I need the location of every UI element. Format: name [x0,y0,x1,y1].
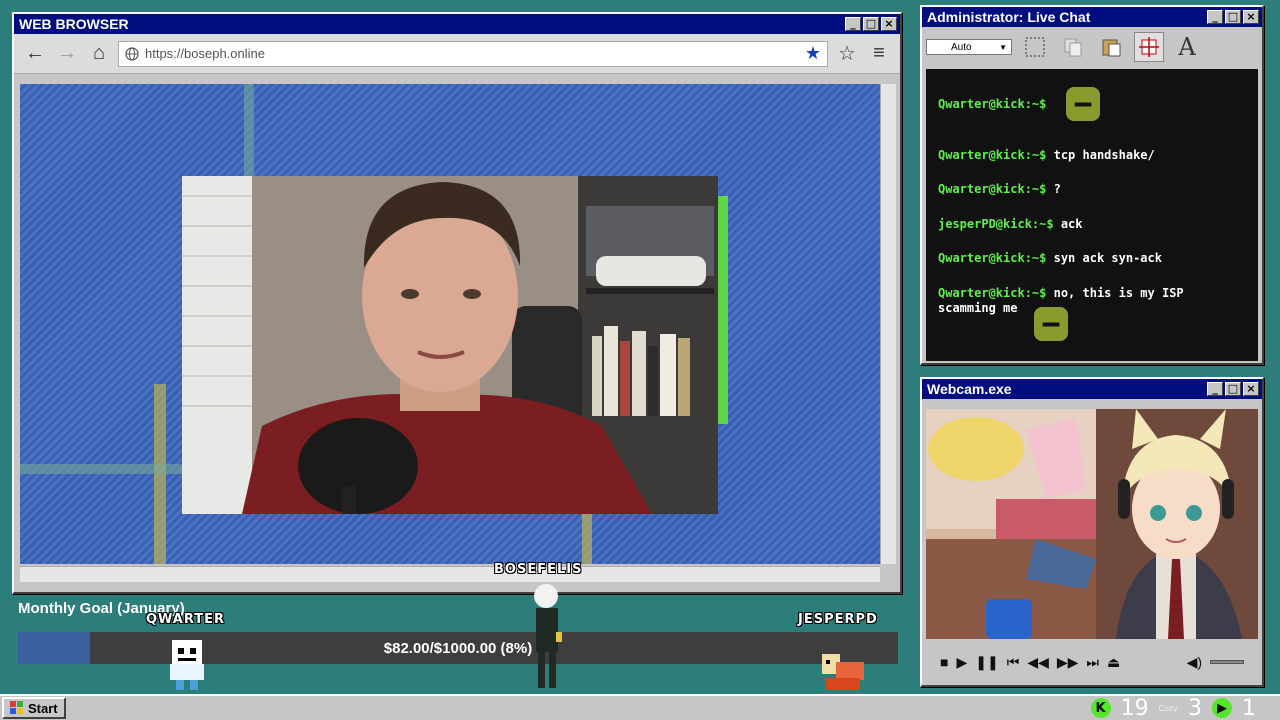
rewind-icon[interactable]: ◀◀ [1027,654,1049,671]
streamer-video-image [182,176,718,514]
menu-icon[interactable]: ≡ [866,41,892,67]
chevron-down-icon: ▼ [999,42,1007,52]
page-viewport [20,84,880,564]
chat-text: syn ack syn-ack [1053,251,1162,265]
system-tray: K 19 Cozy 3 ▶ 1 [1090,695,1278,720]
browser-titlebar[interactable]: WEB BROWSER _ □ × [14,14,900,34]
chat-message: Qwarter@kick:~$ tcp handshake/ [938,148,1155,162]
stop-icon[interactable]: ■ [940,654,948,670]
live-chat-window: Administrator: Live Chat _ □ × Auto ▼ A … [920,5,1264,365]
web-browser-window: WEB BROWSER _ □ × ← → ⌂ https://boseph.o… [12,12,902,594]
back-arrow-icon[interactable]: ← [22,41,48,67]
angry-emote-icon: ▬▬ [1034,307,1068,341]
chat-username: Qwarter@kick:~$ [938,182,1047,196]
horizontal-scrollbar[interactable] [20,566,880,582]
forward-arrow-icon[interactable]: → [54,41,80,67]
chat-text: ack [1060,217,1083,231]
player-name-center: BOSEFELIS [494,562,583,577]
viewer-count: 3 [1188,695,1202,720]
eject-icon[interactable]: ⏏ [1107,654,1120,671]
chat-titlebar[interactable]: Administrator: Live Chat _ □ × [922,7,1262,27]
decor-stripe [244,84,254,184]
decor-stripe [154,384,166,564]
browser-title: WEB BROWSER [19,16,129,32]
address-bar[interactable]: https://boseph.online ★ [118,40,828,67]
globe-icon [125,46,139,61]
close-button[interactable]: × [881,17,897,31]
chat-text: ? [1053,182,1061,196]
ninja-sprite [528,582,566,692]
goal-progress-bar: $82.00/$1000.00 (8%) [18,632,898,664]
maximize-button[interactable]: □ [1225,382,1241,396]
chat-username: Qwarter@kick:~$ [938,97,1047,111]
chat-title: Administrator: Live Chat [927,9,1091,25]
taskbar: Start K 19 Cozy 3 ▶ 1 [0,694,1280,720]
next-icon[interactable]: ⏭ [1086,654,1099,671]
browser-toolbar: ← → ⌂ https://boseph.online ★ ☆ ≡ [14,34,900,74]
paste-icon[interactable] [1096,32,1126,62]
fox-sprite [818,648,870,692]
auto-select-value: Auto [951,41,972,53]
bookmarked-star-icon[interactable]: ★ [805,43,821,64]
minimize-button[interactable]: _ [845,17,861,31]
chat-message: Qwarter@kick:~$ syn ack syn-ack [938,251,1162,265]
start-label: Start [28,700,58,716]
previous-icon[interactable]: ⏮ [1007,654,1020,671]
maximize-button[interactable]: □ [863,17,879,31]
player-name-left: QWARTER [146,612,226,627]
minimize-button[interactable]: _ [1207,382,1223,396]
live-count: 1 [1242,695,1256,720]
minimize-button[interactable]: _ [1207,10,1223,24]
chat-message: Qwarter@kick:~$ ? [938,182,1061,196]
chat-message: Qwarter@kick:~$ [938,97,1046,111]
angry-emote-icon: ▬▬ [1066,87,1100,121]
auto-select[interactable]: Auto ▼ [926,39,1012,55]
webcam-title: Webcam.exe [927,381,1012,397]
chat-toolbar: Auto ▼ A [922,27,1262,67]
goal-progress-text: $82.00/$1000.00 (8%) [383,639,533,657]
chat-message-continuation: scamming me [938,301,1018,315]
pause-icon[interactable]: ❚❚ [975,654,998,671]
fast-forward-icon[interactable]: ▶▶ [1057,654,1079,671]
webcam-window: Webcam.exe _ □ × ■ ▶ ❚❚ ⏮ ◀◀ ▶▶ ⏭ ⏏ ◀) [920,377,1264,687]
media-controls: ■ ▶ ❚❚ ⏮ ◀◀ ▶▶ ⏭ ⏏ ◀) [926,645,1258,679]
chat-username: Qwarter@kick:~$ [938,148,1047,162]
chat-text: no, this is my ISP [1053,286,1184,300]
decor-stripe [582,514,592,564]
chat-username: Qwarter@kick:~$ [938,286,1047,300]
stream-video [182,176,718,514]
cozy-label: Cozy [1158,703,1178,713]
webcam-titlebar[interactable]: Webcam.exe _ □ × [922,379,1262,399]
anime-avatar-image [926,409,1258,639]
bookmark-star-icon[interactable]: ☆ [834,41,860,67]
move-icon[interactable] [1134,32,1164,62]
play-circle-icon: ▶ [1212,698,1232,718]
skeleton-sprite [168,640,206,690]
url-text[interactable]: https://boseph.online [145,46,799,61]
player-name-right: JESPERPD [798,612,878,627]
start-button[interactable]: Start [2,697,66,719]
chat-username: Qwarter@kick:~$ [938,251,1047,265]
chat-text: tcp handshake/ [1053,148,1155,162]
chat-message: Qwarter@kick:~$ no, this is my ISP [938,286,1184,300]
text-tool-icon[interactable]: A [1172,32,1202,62]
play-icon[interactable]: ▶ [956,654,967,671]
select-region-icon[interactable] [1020,32,1050,62]
kick-logo-icon: K [1090,698,1111,718]
follower-count: 19 [1120,695,1149,720]
chat-message: jesperPD@kick:~$ ack [938,217,1083,231]
home-icon[interactable]: ⌂ [86,41,112,67]
volume-icon[interactable]: ◀) [1187,654,1202,671]
vertical-scrollbar[interactable] [880,84,896,564]
copy-icon[interactable] [1058,32,1088,62]
webcam-view [926,409,1258,639]
close-button[interactable]: × [1243,10,1259,24]
volume-slider[interactable] [1210,660,1244,664]
close-button[interactable]: × [1243,382,1259,396]
decor-stripe [718,196,728,424]
windows-logo-icon [10,701,23,714]
chat-username: jesperPD@kick:~$ [938,217,1054,231]
chat-log: Qwarter@kick:~$ ▬▬ Qwarter@kick:~$ tcp h… [926,69,1258,361]
maximize-button[interactable]: □ [1225,10,1241,24]
